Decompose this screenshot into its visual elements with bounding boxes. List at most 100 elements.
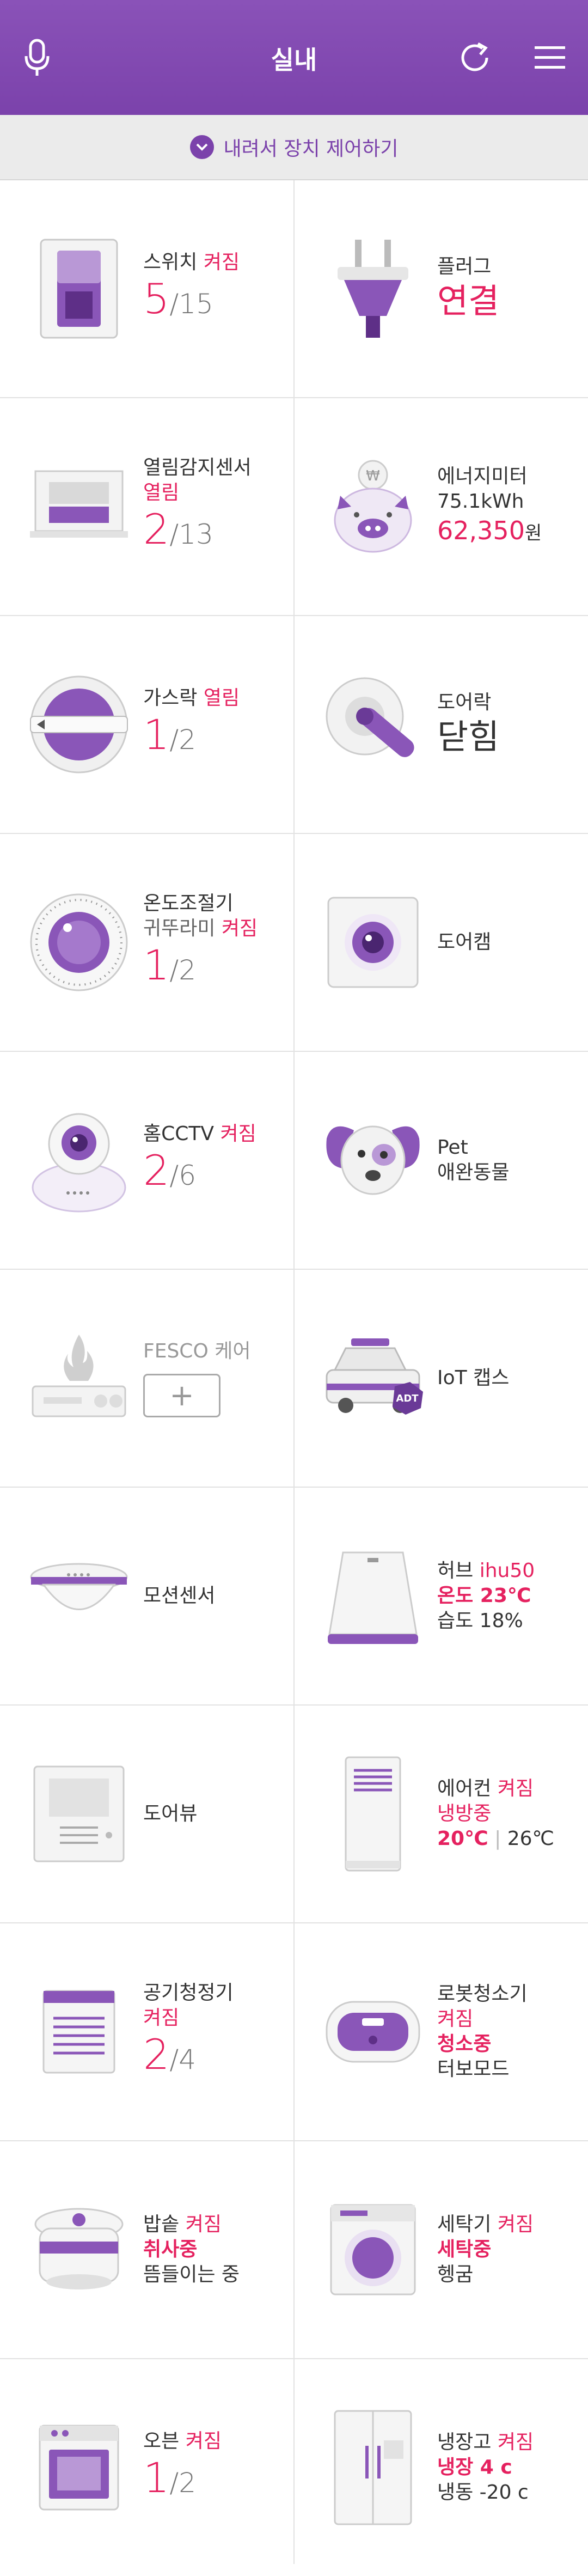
device-iot-caps[interactable]: ADT IoT 캡스: [294, 1270, 588, 1487]
piggy-bank-icon: ₩: [318, 444, 427, 569]
open-count: 2: [143, 504, 170, 553]
air-purifier-icon: [24, 1969, 133, 2094]
dog-icon: [318, 1098, 427, 1223]
pull-down-control-banner[interactable]: 내려서 장치 제어하기: [0, 115, 588, 180]
device-name: 밥솥: [143, 2213, 180, 2236]
hub-model: ihu50: [479, 1560, 535, 1582]
status-on: 켜짐: [203, 251, 240, 273]
device-name: 가스락: [143, 686, 198, 709]
device-plug[interactable]: 플러그 연결: [294, 180, 588, 397]
cctv-camera-icon: [24, 1098, 133, 1223]
device-washer[interactable]: 세탁기 켜짐 세탁중 헹굼: [294, 2141, 588, 2358]
device-door-view[interactable]: 도어뷰: [0, 1706, 294, 1922]
device-grid: 스위치 켜짐 5/15 플러그 연결 열림감지센서 열림 2/13 ₩ 에너지미…: [0, 180, 588, 2576]
hub-device-icon: [318, 1533, 427, 1659]
open-count: 1: [143, 710, 170, 759]
device-name: Pet: [437, 1136, 468, 1159]
device-energy-meter[interactable]: ₩ 에너지미터 75.1kWh 62,350원: [294, 398, 588, 615]
current-temperature: 26℃: [507, 1828, 554, 1850]
on-count: 1: [143, 940, 170, 989]
plus-icon: +: [169, 1378, 194, 1412]
device-door-cam[interactable]: 도어캠: [294, 834, 588, 1051]
total-count: /15: [169, 288, 213, 320]
gas-stove-flame-icon: [24, 1316, 133, 1441]
total-count: /2: [169, 723, 197, 756]
device-name: 오븐: [143, 2429, 180, 2452]
device-name: 냉장고: [437, 2431, 492, 2453]
target-temperature: 20℃: [437, 1828, 488, 1850]
on-count: 1: [143, 2453, 170, 2502]
currency-unit: 원: [524, 522, 542, 544]
operating-mode: 냉방중: [437, 1802, 492, 1825]
device-fesco-care[interactable]: FESCO 케어 +: [0, 1270, 294, 1487]
device-row: 가스락 열림 1/2 도어락 닫힘: [0, 616, 588, 834]
device-name: 도어락: [437, 691, 492, 714]
device-gas-lock[interactable]: 가스락 열림 1/2: [0, 616, 294, 833]
refresh-icon[interactable]: [442, 0, 507, 115]
brand-label: 귀뚜라미: [143, 917, 216, 940]
device-name: 에어컨: [437, 1777, 492, 1800]
device-name: 로봇청소기: [437, 1983, 528, 2005]
status-on: 켜짐: [143, 2006, 180, 2029]
device-row: 모션센서 허브 ihu50 온도 23℃ 습도 18%: [0, 1488, 588, 1706]
banner-label: 내려서 장치 제어하기: [223, 138, 399, 160]
device-open-sensor[interactable]: 열림감지센서 열림 2/13: [0, 398, 294, 615]
chevron-down-icon: [189, 135, 214, 159]
security-car-icon: ADT: [318, 1316, 427, 1441]
status-on: 켜짐: [220, 1122, 256, 1145]
total-count: /4: [169, 2043, 197, 2075]
status-on: 켜짐: [185, 2213, 222, 2236]
device-name: 에너지미터: [437, 465, 528, 488]
washing-machine-icon: [318, 2187, 427, 2312]
device-row: 온도조절기 귀뚜라미 켜짐 1/2 도어캠: [0, 834, 588, 1052]
device-door-lock[interactable]: 도어락 닫힘: [294, 616, 588, 833]
device-aircon[interactable]: 에어컨 켜짐 냉방중 20℃ | 26℃: [294, 1706, 588, 1922]
device-motion-sensor[interactable]: 모션센서: [0, 1488, 294, 1704]
oven-icon: [24, 2405, 133, 2530]
humidity: 습도 18%: [437, 1610, 523, 1632]
device-rice-cooker[interactable]: 밥솥 켜짐 취사중 뜸들이는 중: [0, 2141, 294, 2358]
gas-valve-icon: [24, 662, 133, 787]
device-hub[interactable]: 허브 ihu50 온도 23℃ 습도 18%: [294, 1488, 588, 1704]
operating-mode: 청소중: [437, 2033, 492, 2055]
device-name: 모션센서: [143, 1585, 216, 1607]
hamburger-menu-icon[interactable]: [517, 0, 583, 115]
device-row: 오븐 켜짐 1/2 냉장고 켜짐 냉장 4 c 냉동 -20 c: [0, 2359, 588, 2576]
device-name: FESCO 케어: [143, 1340, 251, 1362]
energy-amount: 62,350: [437, 515, 525, 545]
total-count: /2: [169, 954, 197, 986]
freezer-temperature: 냉동 -20 c: [437, 2481, 529, 2504]
device-switch[interactable]: 스위치 켜짐 5/15: [0, 180, 294, 397]
total-count: /2: [169, 2467, 197, 2499]
total-count: /13: [169, 518, 213, 550]
sub-mode: 뜸들이는 중: [143, 2263, 240, 2286]
temperature: 온도 23℃: [437, 1585, 531, 1607]
device-oven[interactable]: 오븐 켜짐 1/2: [0, 2359, 294, 2576]
device-pet[interactable]: Pet 애완동물: [294, 1052, 588, 1269]
status-open: 열림: [203, 686, 240, 709]
device-home-cctv[interactable]: 홈CCTV 켜짐 2/6: [0, 1052, 294, 1269]
sub-mode: 헹굼: [437, 2263, 474, 2286]
device-robot-cleaner[interactable]: 로봇청소기 켜짐 청소중 터보모드: [294, 1923, 588, 2140]
device-name: 스위치: [143, 251, 198, 273]
device-air-purifier[interactable]: 공기청정기 켜짐 2/4: [0, 1923, 294, 2140]
switch-icon: [24, 226, 133, 351]
plug-icon: [318, 226, 427, 351]
fridge-temperature: 냉장 4 c: [437, 2456, 512, 2478]
device-sub-label: 애완동물: [437, 1161, 510, 1184]
operating-mode: 취사중: [143, 2238, 198, 2261]
status-on: 켜짐: [497, 2431, 534, 2453]
door-cam-icon: [318, 880, 427, 1005]
device-name: 허브: [437, 1560, 474, 1582]
device-row: FESCO 케어 + ADT IoT 캡스: [0, 1270, 588, 1488]
device-row: 밥솥 켜짐 취사중 뜸들이는 중 세탁기 켜짐 세탁중 헹굼: [0, 2141, 588, 2359]
device-refrigerator[interactable]: 냉장고 켜짐 냉장 4 c 냉동 -20 c: [294, 2359, 588, 2576]
device-row: 스위치 켜짐 5/15 플러그 연결: [0, 180, 588, 398]
add-button[interactable]: +: [143, 1374, 220, 1417]
device-name: IoT 캡스: [437, 1367, 510, 1389]
on-count: 5: [143, 274, 170, 323]
energy-usage: 75.1kWh: [437, 490, 524, 513]
device-thermostat[interactable]: 온도조절기 귀뚜라미 켜짐 1/2: [0, 834, 294, 1051]
door-lock-icon: [318, 662, 427, 787]
device-name: 온도조절기: [143, 892, 234, 915]
